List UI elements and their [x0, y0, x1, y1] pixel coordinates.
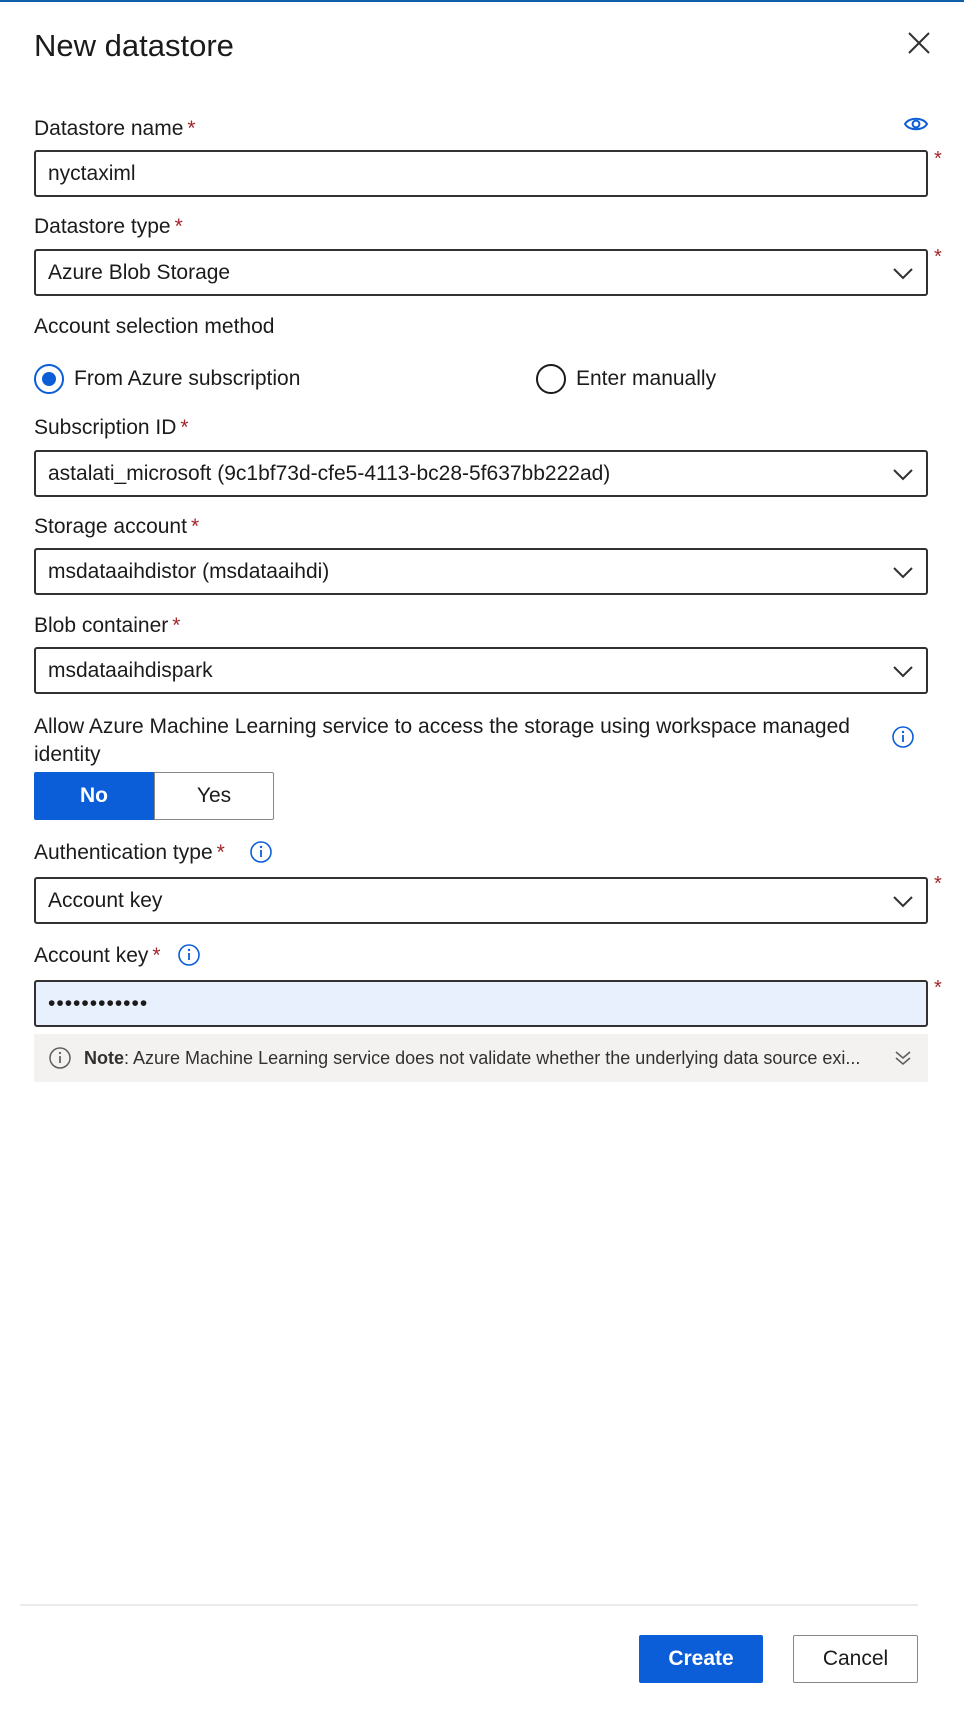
- managed-identity-label: Allow Azure Machine Learning service to …: [34, 715, 850, 766]
- subscription-id-label: Subscription ID *: [34, 416, 189, 440]
- expand-note-icon[interactable]: [892, 1047, 914, 1069]
- required-marker: *: [172, 614, 181, 637]
- datastore-name-label-text: Datastore name: [34, 117, 184, 140]
- note-text: Note: Azure Machine Learning service doe…: [84, 1048, 892, 1069]
- managed-identity-yes-button[interactable]: Yes: [154, 772, 274, 820]
- datastore-name-input[interactable]: nyctaximl: [34, 150, 928, 197]
- note-bar: Note: Azure Machine Learning service doe…: [34, 1034, 928, 1082]
- storage-account-value: msdataaihdistor (msdataaihdi): [48, 559, 330, 583]
- subscription-id-value: astalati_microsoft (9c1bf73d-cfe5-4113-b…: [48, 461, 611, 485]
- note-body: : Azure Machine Learning service does no…: [124, 1047, 861, 1068]
- cancel-button[interactable]: Cancel: [793, 1635, 918, 1683]
- required-marker: *: [152, 944, 161, 967]
- radio-selected-icon: [34, 364, 64, 394]
- close-button[interactable]: [906, 30, 932, 56]
- show-value-button[interactable]: [903, 116, 929, 137]
- footer-divider: [20, 1604, 918, 1606]
- eye-icon: [903, 117, 929, 131]
- account-selection-label: Account selection method: [34, 315, 275, 338]
- close-icon: [908, 32, 930, 54]
- side-required-marker: *: [934, 246, 942, 268]
- blob-container-label: Blob container *: [34, 614, 180, 638]
- required-marker: *: [187, 117, 196, 140]
- account-key-label: Account key *: [34, 944, 161, 968]
- account-key-input[interactable]: ••••••••••••: [34, 980, 928, 1027]
- datastore-type-dropdown[interactable]: Azure Blob Storage: [34, 249, 928, 296]
- authentication-type-dropdown[interactable]: Account key: [34, 877, 928, 924]
- required-marker: *: [190, 515, 200, 538]
- info-icon[interactable]: [177, 943, 201, 967]
- panel-top-border: [0, 0, 964, 2]
- storage-account-label-text: Storage account: [34, 515, 187, 538]
- storage-account-dropdown[interactable]: msdataaihdistor (msdataaihdi): [34, 548, 928, 595]
- info-icon[interactable]: [249, 840, 273, 864]
- subscription-id-label-text: Subscription ID: [34, 416, 177, 439]
- radio-enter-manually[interactable]: Enter manually: [536, 364, 716, 394]
- radio-label: From Azure subscription: [74, 367, 301, 390]
- radio-unselected-icon: [536, 364, 566, 394]
- required-marker: *: [174, 215, 183, 238]
- chevron-down-icon: [893, 566, 913, 578]
- blob-container-value: msdataaihdispark: [48, 658, 213, 682]
- chevron-down-icon: [893, 895, 913, 907]
- blob-container-label-text: Blob container: [34, 614, 169, 637]
- chevron-down-icon: [893, 267, 913, 279]
- required-marker: *: [216, 841, 225, 864]
- note-bold-prefix: Note: [84, 1047, 124, 1068]
- datastore-type-label-text: Datastore type: [34, 215, 171, 238]
- side-required-marker: *: [934, 148, 942, 170]
- create-button[interactable]: Create: [639, 1635, 763, 1683]
- datastore-name-value: nyctaximl: [48, 161, 136, 185]
- chevron-down-icon: [893, 665, 913, 677]
- authentication-type-value: Account key: [48, 888, 163, 912]
- datastore-name-label: Datastore name *: [34, 117, 196, 141]
- account-key-label-text: Account key: [34, 944, 149, 967]
- storage-account-label: Storage account *: [34, 515, 199, 539]
- datastore-type-label: Datastore type *: [34, 215, 183, 239]
- panel-title: New datastore: [34, 28, 234, 63]
- account-key-masked-value: ••••••••••••: [48, 991, 149, 1015]
- managed-identity-no-button[interactable]: No: [34, 772, 154, 820]
- required-marker: *: [180, 416, 189, 439]
- chevron-down-icon: [893, 468, 913, 480]
- subscription-id-dropdown[interactable]: astalati_microsoft (9c1bf73d-cfe5-4113-b…: [34, 450, 928, 497]
- radio-from-azure-subscription[interactable]: From Azure subscription: [34, 364, 300, 394]
- blob-container-dropdown[interactable]: msdataaihdispark: [34, 647, 928, 694]
- datastore-type-value: Azure Blob Storage: [48, 260, 231, 284]
- side-required-marker: *: [934, 873, 942, 895]
- authentication-type-label: Authentication type *: [34, 841, 225, 865]
- authentication-type-label-text: Authentication type: [34, 841, 213, 864]
- info-icon[interactable]: [891, 725, 915, 749]
- side-required-marker: *: [934, 977, 942, 999]
- radio-label: Enter manually: [576, 367, 717, 390]
- info-icon: [49, 1047, 71, 1069]
